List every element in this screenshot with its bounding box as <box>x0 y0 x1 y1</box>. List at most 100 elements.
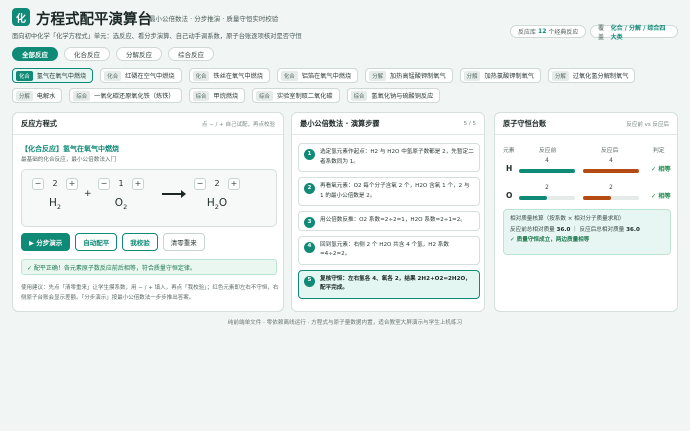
tab-decomposition[interactable]: 分解反应 <box>116 47 162 61</box>
reaction-name: 氢氧化钠与硫酸铜反应 <box>371 93 434 100</box>
tab-combination[interactable]: 化合反应 <box>64 47 110 61</box>
reaction-tag: 综合 <box>256 90 273 101</box>
reaction-chip-12[interactable]: 综合 氢氧化钠与硫酸铜反应 <box>346 88 441 103</box>
formula: O2 <box>114 197 128 212</box>
col-verdict: 判定 <box>653 148 665 154</box>
before-mass-value: 36.0 <box>556 226 571 233</box>
step-text: 选定氢元素作起点：H2 与 H2O 中氢原子数都是 2，先暂定二者系数同为 1。 <box>320 149 474 165</box>
after-count: 4 <box>609 158 613 164</box>
reaction-name: 加热高锰酸钾制氧气 <box>389 73 446 80</box>
increment-button[interactable]: + <box>132 177 144 190</box>
panel-title: 最小公倍数法 · 演算步骤 <box>300 118 380 128</box>
coefficient-value: 1 <box>118 179 124 188</box>
step-demo-button[interactable]: ▶ 分步演示 <box>21 233 71 251</box>
step-number: 5 <box>304 275 315 287</box>
before-bar <box>519 196 575 200</box>
page-footer: 纯前端单文件 · 零依赖离线运行 · 方程式与原子量数据内置，适合教室大屏演示与… <box>227 320 463 326</box>
after-bar-fill <box>583 169 639 173</box>
after-mass-value: 36.0 <box>626 226 640 233</box>
after-count: 2 <box>609 185 613 191</box>
ledger-row-o: O 2 2 ✓ 相等 <box>503 185 671 209</box>
coverage-pill: 覆盖 化合 / 分解 / 综合四大类 <box>590 25 678 41</box>
element-symbol: H <box>506 164 513 173</box>
ledger-row-h: H 4 4 ✓ 相等 <box>503 158 671 182</box>
reaction-tag: 分解 <box>16 90 33 101</box>
reaction-chip-1[interactable]: 化合 氢气在氧气中燃烧 <box>12 68 94 83</box>
formula: H2 <box>48 197 62 212</box>
summary-caption: 相对质量核算（按系数 × 相对分子质量求和） <box>510 216 625 222</box>
reaction-name: 铁丝在氧气中燃烧 <box>213 73 263 80</box>
reaction-chip-5[interactable]: 分解 加热高锰酸钾制氧气 <box>365 68 453 83</box>
check-button[interactable]: 我校验 <box>122 233 158 251</box>
reaction-name: 过氧化氢分解制氧气 <box>572 73 629 80</box>
reaction-chip-4[interactable]: 化合 铝箔在氧气中燃烧 <box>276 68 359 83</box>
coefficient-stepper: − 2 + <box>32 177 78 190</box>
step-item-current: 5 复核守恒：左右氢各 4、氧各 2，结果 2H2+O2=2H2O，配平完成。 <box>298 269 480 299</box>
reaction-chip-11[interactable]: 综合 实验室制取二氧化碳 <box>252 88 340 103</box>
coefficient-value: 2 <box>52 179 58 188</box>
step-text: 用公倍数反推：O2 系数=2÷2=1，H2O 系数=2÷1=2。 <box>320 217 466 223</box>
reaction-chip-10[interactable]: 综合 甲烷燃烧 <box>188 88 246 103</box>
app-title: 方程式配平演算台 <box>36 12 152 28</box>
product-water: − 2 + H2O <box>194 177 240 211</box>
steps-panel-header: 最小公倍数法 · 演算步骤 5 / 5 <box>292 113 484 135</box>
equation-panel-header: 反应方程式 点 − / + 自己试配，再点校验 <box>13 113 283 135</box>
col-element: 元素 <box>503 148 515 154</box>
reaction-name: 一氧化碳还原氧化铁（炼铁） <box>94 93 175 100</box>
step-number: 2 <box>304 183 315 194</box>
reaction-tag: 综合 <box>192 90 210 101</box>
col-after: 反应后 <box>601 148 619 154</box>
reaction-tag: 化合 <box>104 70 122 81</box>
reaction-tag: 分解 <box>463 70 481 81</box>
equation-panel: 反应方程式 点 − / + 自己试配，再点校验 【化合反应】氢气在氧气中燃烧 最… <box>12 112 284 312</box>
reaction-chip-9[interactable]: 综合 一氧化碳还原氧化铁（炼铁） <box>69 88 182 103</box>
reaction-tag: 综合 <box>73 90 91 101</box>
step-item: 2 再看氧元素：O2 每个分子含氧 2 个，H2O 含氧 1 个，2 与 1 的最… <box>298 177 480 206</box>
element-symbol: O <box>506 191 513 200</box>
reaction-chip-7[interactable]: 分解 过氧化氢分解制氧气 <box>547 68 636 83</box>
before-count: 4 <box>545 158 549 164</box>
tab-comprehensive[interactable]: 综合反应 <box>168 47 214 61</box>
step-item: 3 用公倍数反推：O2 系数=2÷2=1，H2O 系数=2÷1=2。 <box>298 211 480 231</box>
verdict-badge: ✓ 相等 <box>651 166 671 173</box>
coefficient-stepper: − 2 + <box>194 177 240 190</box>
step-text: 再看氧元素：O2 每个分子含氧 2 个，H2O 含氧 1 个，2 与 1 的最小… <box>320 183 470 199</box>
panel-title: 原子守恒台账 <box>503 118 547 128</box>
auto-balance-button[interactable]: 自动配平 <box>75 233 118 251</box>
step-list: 1 选定氢元素作起点：H2 与 H2O 中氢原子数都是 2，先暂定二者系数同为 1… <box>298 143 480 304</box>
plus-sign: + <box>84 189 92 199</box>
step-number: 3 <box>304 217 315 228</box>
step-number: 4 <box>304 241 315 253</box>
panel-title: 反应方程式 <box>21 118 57 128</box>
formula: H2O <box>206 197 228 212</box>
increment-button[interactable]: + <box>66 177 78 190</box>
usage-tips: 使用建议：先点「清零重来」让学生摸系数，用 − / + 填入，再点「我校验」；红… <box>21 285 279 301</box>
decrement-button[interactable]: − <box>98 177 110 190</box>
app-description: 面向初中化学「化学方程式」单元：选反应、看分步演算、自己动手调系数，原子台账逐项… <box>12 33 302 40</box>
equation-editor: − 2 + H2 + − 1 + O2 − 2 + H2O <box>21 169 277 227</box>
step-text: 回到氢元素：右侧 2 个 H2O 共含 4 个氢，H2 系数=4÷2=2。 <box>320 241 449 258</box>
reaction-chip-8[interactable]: 分解 电解水 <box>12 88 63 103</box>
app-subtitle: 最小公倍数法 · 分步推演 · 质量守恒实时校验 <box>149 15 279 23</box>
reaction-arrow-icon <box>162 190 186 198</box>
reset-button[interactable]: 清零重来 <box>162 233 205 251</box>
decrement-button[interactable]: − <box>32 177 44 190</box>
step-number: 1 <box>304 149 315 160</box>
reaction-chip-6[interactable]: 分解 加热氯酸钾制氧气 <box>459 68 541 83</box>
coefficient-stepper: − 1 + <box>98 177 144 190</box>
reaction-chip-3[interactable]: 化合 铁丝在氧气中燃烧 <box>188 68 270 83</box>
before-bar <box>519 169 575 173</box>
app-header: 化 方程式配平演算台 最小公倍数法 · 分步推演 · 质量守恒实时校验 面向初中… <box>12 8 678 41</box>
mass-summary: 相对质量核算（按系数 × 相对分子质量求和） 反应前总相对质量 36.0 ｜ 反… <box>503 209 671 255</box>
reaction-name: 实验室制取二氧化碳 <box>276 93 333 100</box>
step-progress: 5 / 5 <box>463 120 476 127</box>
decrement-button[interactable]: − <box>194 177 206 190</box>
before-bar-fill <box>519 169 575 173</box>
reaction-tag: 分解 <box>369 70 386 81</box>
tab-all[interactable]: 全部反应 <box>12 47 58 61</box>
conservation-ok: ✓ 质量守恒成立，两边质量相等 <box>510 237 590 243</box>
reaction-chip-2[interactable]: 化合 红磷在空气中燃烧 <box>100 68 182 83</box>
reactant-oxygen: − 1 + O2 <box>98 177 144 211</box>
increment-button[interactable]: + <box>228 177 240 190</box>
reaction-tag: 分解 <box>551 70 569 81</box>
